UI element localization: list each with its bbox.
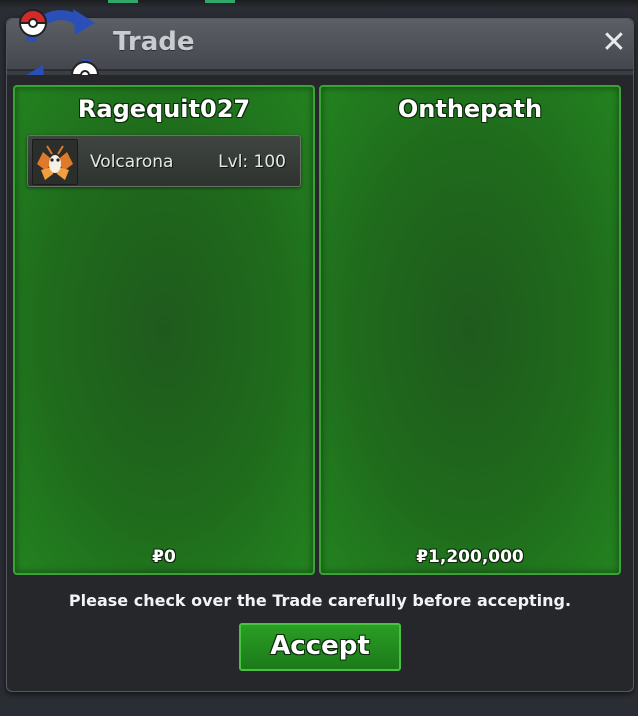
pokemon-level: Lvl: 100: [218, 152, 286, 172]
trade-window: Trade ✕ Ragequit027 Volcarona Lvl: 100 ₽…: [6, 9, 634, 692]
close-icon[interactable]: ✕: [601, 28, 627, 58]
accept-button[interactable]: Accept: [239, 623, 401, 671]
pokemon-name: Volcarona: [90, 152, 174, 172]
right-trade-panel: Onthepath ₽1,200,000: [319, 85, 621, 575]
right-trainer-name: Onthepath: [397, 95, 543, 123]
top-strip-mark: [108, 0, 138, 3]
left-money-offer: ₽0: [152, 547, 176, 567]
volcarona-sprite-icon: [32, 139, 78, 185]
trade-item-slot[interactable]: Volcarona Lvl: 100: [27, 135, 301, 187]
trade-warning-text: Please check over the Trade carefully be…: [68, 591, 572, 610]
window-title: Trade: [113, 27, 195, 57]
left-trainer-name: Ragequit027: [77, 95, 251, 123]
top-strip-mark: [205, 0, 235, 3]
right-money-offer: ₽1,200,000: [416, 547, 524, 567]
left-trade-panel: Ragequit027 Volcarona Lvl: 100 ₽0: [13, 85, 315, 575]
trade-body: Ragequit027 Volcarona Lvl: 100 ₽0 Onthep…: [7, 75, 633, 691]
